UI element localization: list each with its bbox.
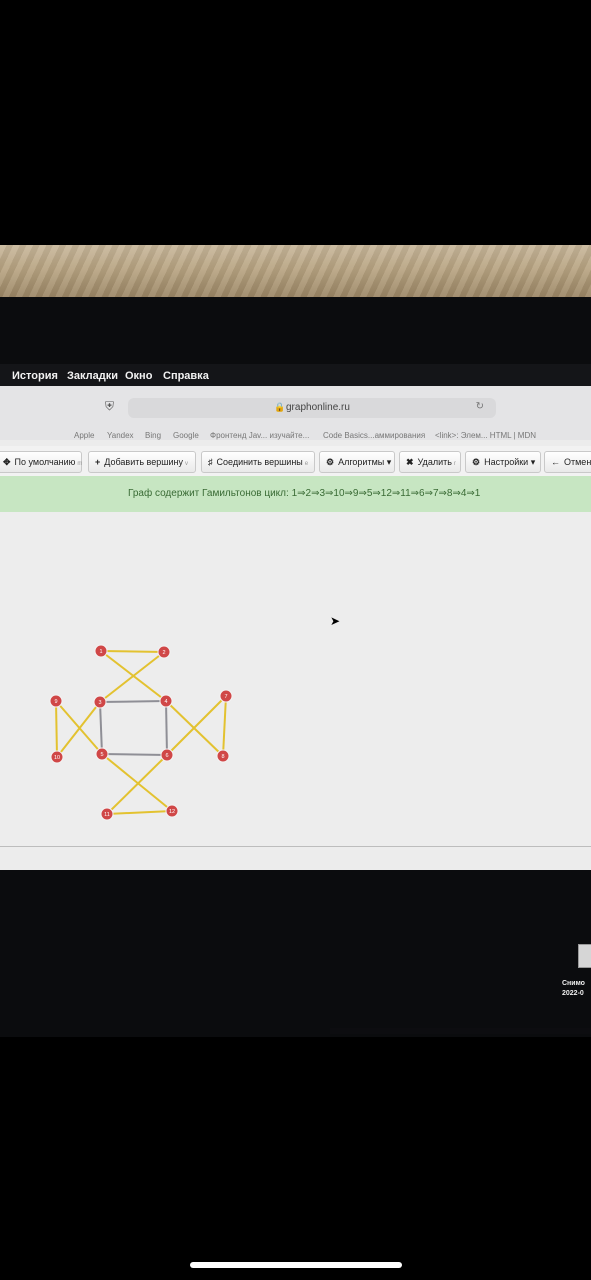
graph-vertex-12[interactable]: 12 [165, 804, 179, 818]
graph-edges [55, 650, 227, 815]
default-mode-button[interactable]: ✥ По умолчанию m [0, 451, 82, 473]
graph-edge-6-5[interactable] [101, 753, 168, 756]
graph-vertex-label: 6 [165, 753, 168, 759]
bookmark-yandex[interactable]: Yandex [107, 431, 134, 440]
graph-vertex-label: 12 [169, 809, 175, 815]
bookmark-mdn[interactable]: <link>: Элем... HTML | MDN [435, 431, 536, 440]
add-vertex-button[interactable]: + Добавить вершину v [88, 451, 196, 473]
menu-item-bookmarks[interactable]: Закладки [67, 370, 118, 382]
canvas-bottom-border [0, 846, 591, 847]
screenshot-date-text: 2022-0 [562, 990, 584, 997]
arrow-left-icon: ← [551, 457, 560, 467]
graph-vertex-6[interactable]: 6 [160, 748, 174, 762]
graph-vertex-label: 4 [164, 699, 167, 705]
graph-vertex-3[interactable]: 3 [93, 695, 107, 709]
graph-vertex-8[interactable]: 8 [216, 749, 230, 763]
default-mode-hint: m [77, 461, 83, 467]
url-text: graphonline.ru [286, 402, 350, 413]
graph-vertex-label: 10 [54, 755, 60, 761]
menu-item-window[interactable]: Окно [125, 370, 152, 382]
screenshot-file-icon[interactable] [578, 944, 591, 968]
graph-vertex-10[interactable]: 10 [50, 750, 64, 764]
graph-vertex-4[interactable]: 4 [159, 694, 173, 708]
gear-icon: ⚙ [326, 457, 335, 467]
browser-window: ⛨ 🔒 graphonline.ru ↻ Apple Yandex Bing G… [0, 386, 591, 870]
background-wall [0, 245, 591, 297]
settings-gear-icon: ⚙ [472, 457, 481, 467]
settings-button[interactable]: ⚙ Настройки ▾ [465, 451, 541, 473]
graph-edge-5-3[interactable] [99, 701, 103, 755]
graph-edge-3-4[interactable] [99, 700, 167, 703]
undo-button[interactable]: ← Отмени [544, 451, 591, 473]
graph-drawing[interactable]: 1 23 45 67891011 12 [0, 512, 591, 850]
shield-icon[interactable]: ⛨ [105, 400, 117, 413]
plus-icon: + [95, 457, 101, 467]
graph-vertex-label: 5 [100, 752, 103, 758]
screenshot-name-text: Снимо [562, 980, 585, 987]
result-banner: Граф содержит Гамильтонов цикл: 1⇒2⇒3⇒10… [0, 476, 591, 512]
connect-vertices-button[interactable]: ♯ Соединить вершины e [201, 451, 315, 473]
move-icon: ✥ [3, 457, 11, 467]
menu-item-help[interactable]: Справка [163, 370, 209, 382]
add-vertex-label: Добавить вершину [104, 457, 183, 467]
result-banner-text: Граф содержит Гамильтонов цикл: 1⇒2⇒3⇒10… [128, 488, 481, 499]
connect-vertices-hint: e [304, 461, 309, 467]
graph-vertex-label: 7 [224, 694, 227, 700]
graph-edge-12-11[interactable] [106, 810, 173, 815]
bookmark-frontend[interactable]: Фронтенд Jav... изучайте... [210, 431, 309, 440]
delete-button[interactable]: ✖ Удалить r [399, 451, 461, 473]
graph-vertex-label: 1 [99, 649, 102, 655]
graph-vertex-9[interactable]: 9 [49, 694, 63, 708]
add-vertex-hint: v [184, 461, 188, 467]
graph-edge-4-6[interactable] [165, 700, 168, 756]
graph-edge-7-8[interactable] [222, 695, 227, 757]
graph-vertex-label: 9 [54, 699, 57, 705]
graph-edge-5-12[interactable] [101, 753, 173, 812]
graph-vertex-label: 2 [162, 650, 165, 656]
graph-vertex-label: 8 [221, 754, 224, 760]
graph-vertex-1[interactable]: 1 [94, 644, 108, 658]
address-bar[interactable]: 🔒 graphonline.ru ↻ [128, 398, 496, 418]
reload-icon[interactable]: ↻ [476, 401, 484, 412]
bookmark-apple[interactable]: Apple [74, 431, 94, 440]
undo-label: Отмени [564, 457, 591, 467]
bookmark-code-basics[interactable]: Code Basics...аммирования [323, 431, 425, 440]
close-icon: ✖ [406, 457, 414, 467]
graph-edge-2-3[interactable] [99, 651, 165, 703]
algorithms-label: Алгоритмы ▾ [338, 457, 392, 467]
algorithms-button[interactable]: ⚙ Алгоритмы ▾ [319, 451, 395, 473]
graph-vertex-label: 11 [104, 812, 110, 818]
graph-edge-1-2[interactable] [100, 650, 165, 653]
settings-label: Настройки ▾ [484, 457, 536, 467]
bookmark-bing[interactable]: Bing [145, 431, 161, 440]
dock [330, 1028, 591, 1034]
delete-hint: r [453, 461, 456, 467]
menu-item-history[interactable]: История [12, 370, 58, 382]
bookmark-google[interactable]: Google [173, 431, 199, 440]
graph-edge-11-6[interactable] [106, 754, 168, 815]
connect-vertices-label: Соединить вершины [216, 457, 303, 467]
graph-vertex-5[interactable]: 5 [95, 747, 109, 761]
road-icon: ♯ [208, 457, 213, 467]
lock-icon: 🔒 [274, 402, 286, 412]
delete-label: Удалить [417, 457, 452, 467]
graph-edge-10-9[interactable] [55, 700, 58, 758]
graph-vertex-7[interactable]: 7 [219, 689, 233, 703]
graph-vertex-11[interactable]: 11 [100, 807, 114, 821]
home-indicator[interactable] [190, 1262, 402, 1268]
graph-vertex-2[interactable]: 2 [157, 645, 171, 659]
graph-vertex-label: 3 [98, 700, 101, 706]
default-mode-label: По умолчанию [14, 457, 76, 467]
graph-edge-6-7[interactable] [166, 695, 227, 756]
